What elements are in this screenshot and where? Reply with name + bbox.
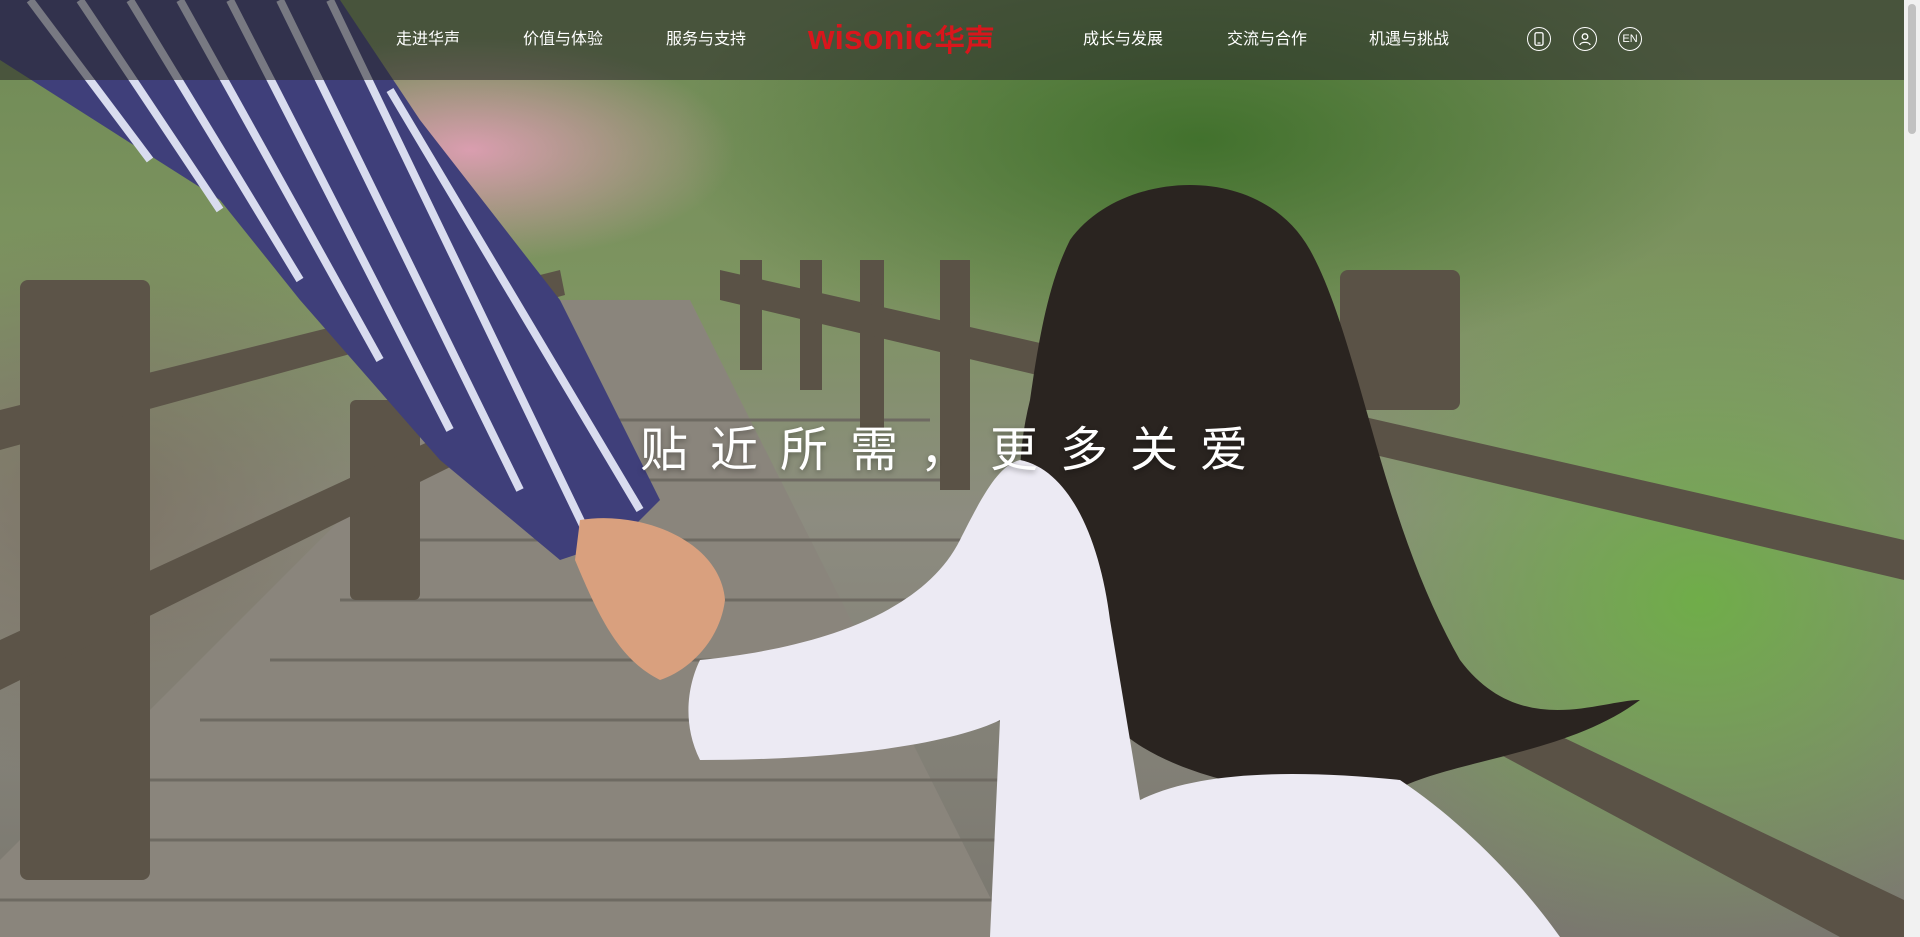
nav-item-value-experience[interactable]: 价值与体验	[523, 27, 603, 53]
brand-logo[interactable]: wisonic 华声	[808, 18, 995, 60]
language-switch-button[interactable]: EN	[1618, 27, 1642, 51]
page: 走进华声 价值与体验 服务与支持 wisonic 华声 成长与发展 交流与合作 …	[0, 0, 1920, 937]
nav-item-service-support[interactable]: 服务与支持	[666, 27, 746, 53]
mobile-phone-icon[interactable]	[1527, 27, 1551, 51]
page-scrollbar[interactable]	[1904, 0, 1920, 937]
language-switch-label: EN	[1622, 33, 1638, 45]
scrollbar-thumb[interactable]	[1908, 4, 1916, 134]
nav-item-growth-development[interactable]: 成长与发展	[1083, 27, 1163, 53]
user-icon[interactable]	[1573, 27, 1597, 51]
nav-item-opportunity-challenge[interactable]: 机遇与挑战	[1369, 27, 1449, 53]
top-navigation-bar: 走进华声 价值与体验 服务与支持 wisonic 华声 成长与发展 交流与合作 …	[0, 0, 1904, 80]
hero-headline: 贴近所需，更多关爱	[640, 422, 1271, 478]
brand-logo-latin: wisonic	[808, 18, 933, 57]
nav-item-exchange-cooperation[interactable]: 交流与合作	[1227, 27, 1307, 53]
nav-item-about[interactable]: 走进华声	[396, 27, 460, 53]
brand-logo-chinese: 华声	[934, 24, 995, 59]
